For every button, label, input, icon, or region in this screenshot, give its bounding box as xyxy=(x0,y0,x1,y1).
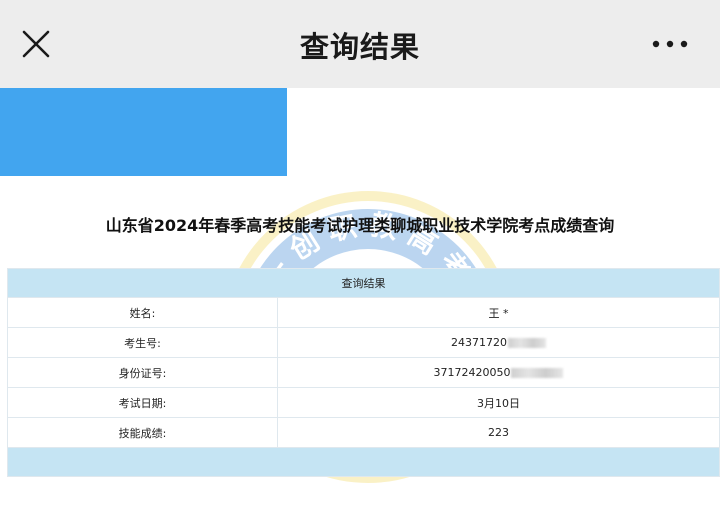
row-value: 24371720 xyxy=(451,336,507,349)
row-value: 37172420050 xyxy=(433,366,511,379)
row-value-cell: 37172420050 xyxy=(277,357,720,388)
row-label: 考试日期: xyxy=(7,387,278,418)
table-row: 考试日期: 3月10日 xyxy=(7,387,720,418)
row-value: 3月10日 xyxy=(277,387,720,418)
row-label: 身份证号: xyxy=(7,357,278,388)
table-footer-row xyxy=(7,447,720,477)
table-row: 技能成绩: 223 xyxy=(7,417,720,448)
row-value-cell: 24371720 xyxy=(277,327,720,358)
redacted-mask xyxy=(511,368,564,378)
row-value: 223 xyxy=(277,417,720,448)
banner-image-placeholder xyxy=(0,88,287,176)
row-label: 考生号: xyxy=(7,327,278,358)
table-row: 姓名: 王 * xyxy=(7,297,720,328)
table-row: 身份证号: 37172420050 xyxy=(7,357,720,388)
row-value: 王 * xyxy=(277,297,720,328)
more-dots-icon[interactable] xyxy=(648,28,692,60)
page-title: 查询结果 xyxy=(299,30,420,64)
table-row: 考生号: 24371720 xyxy=(7,327,720,358)
table-footer xyxy=(7,447,720,477)
table-header: 查询结果 xyxy=(7,268,720,298)
row-label: 姓名: xyxy=(7,297,278,328)
table-header-row: 查询结果 xyxy=(7,268,720,298)
result-table: 查询结果 姓名: 王 * 考生号: 24371720 身份证号: 3717242… xyxy=(7,268,720,477)
redacted-mask xyxy=(508,338,546,348)
query-heading: 山东省2024年春季高考技能考试护理类聊城职业技术学院考点成绩查询 xyxy=(105,216,615,235)
row-label: 技能成绩: xyxy=(7,417,278,448)
top-nav-bar: 查询结果 xyxy=(0,0,720,88)
